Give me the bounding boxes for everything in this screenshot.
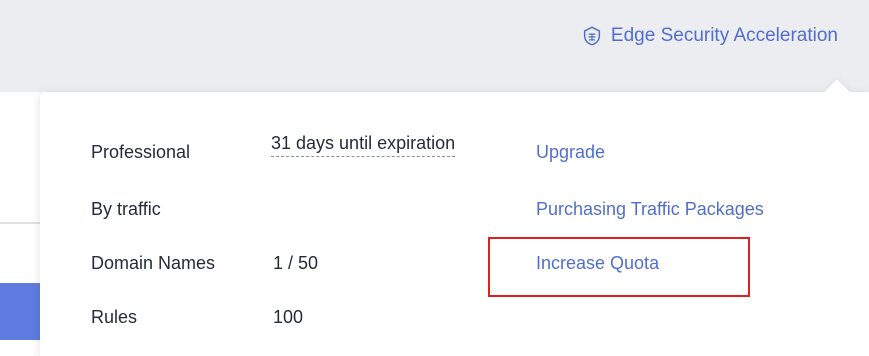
background-primary-button [0, 283, 40, 340]
expiration-status[interactable]: 31 days until expiration [271, 133, 456, 157]
billing-mode-label: By traffic [91, 199, 161, 219]
edge-security-acceleration-link[interactable]: Edge Security Acceleration [581, 21, 838, 51]
purchase-traffic-packages-link[interactable]: Purchasing Traffic Packages [536, 199, 764, 220]
edition-label: Professional [91, 142, 191, 162]
domain-names-label: Domain Names [91, 253, 216, 273]
upgrade-link[interactable]: Upgrade [536, 142, 605, 163]
top-bar: Edge Security Acceleration [0, 0, 869, 92]
rules-value: 100 [273, 307, 304, 327]
background-divider [0, 222, 40, 224]
edition-popover [40, 79, 869, 356]
increase-quota-highlight [488, 237, 750, 297]
edge-security-acceleration-label: Edge Security Acceleration [610, 25, 838, 46]
domain-names-value: 1 / 50 [273, 253, 319, 273]
rules-label: Rules [91, 307, 138, 327]
shield-icon [583, 26, 600, 46]
